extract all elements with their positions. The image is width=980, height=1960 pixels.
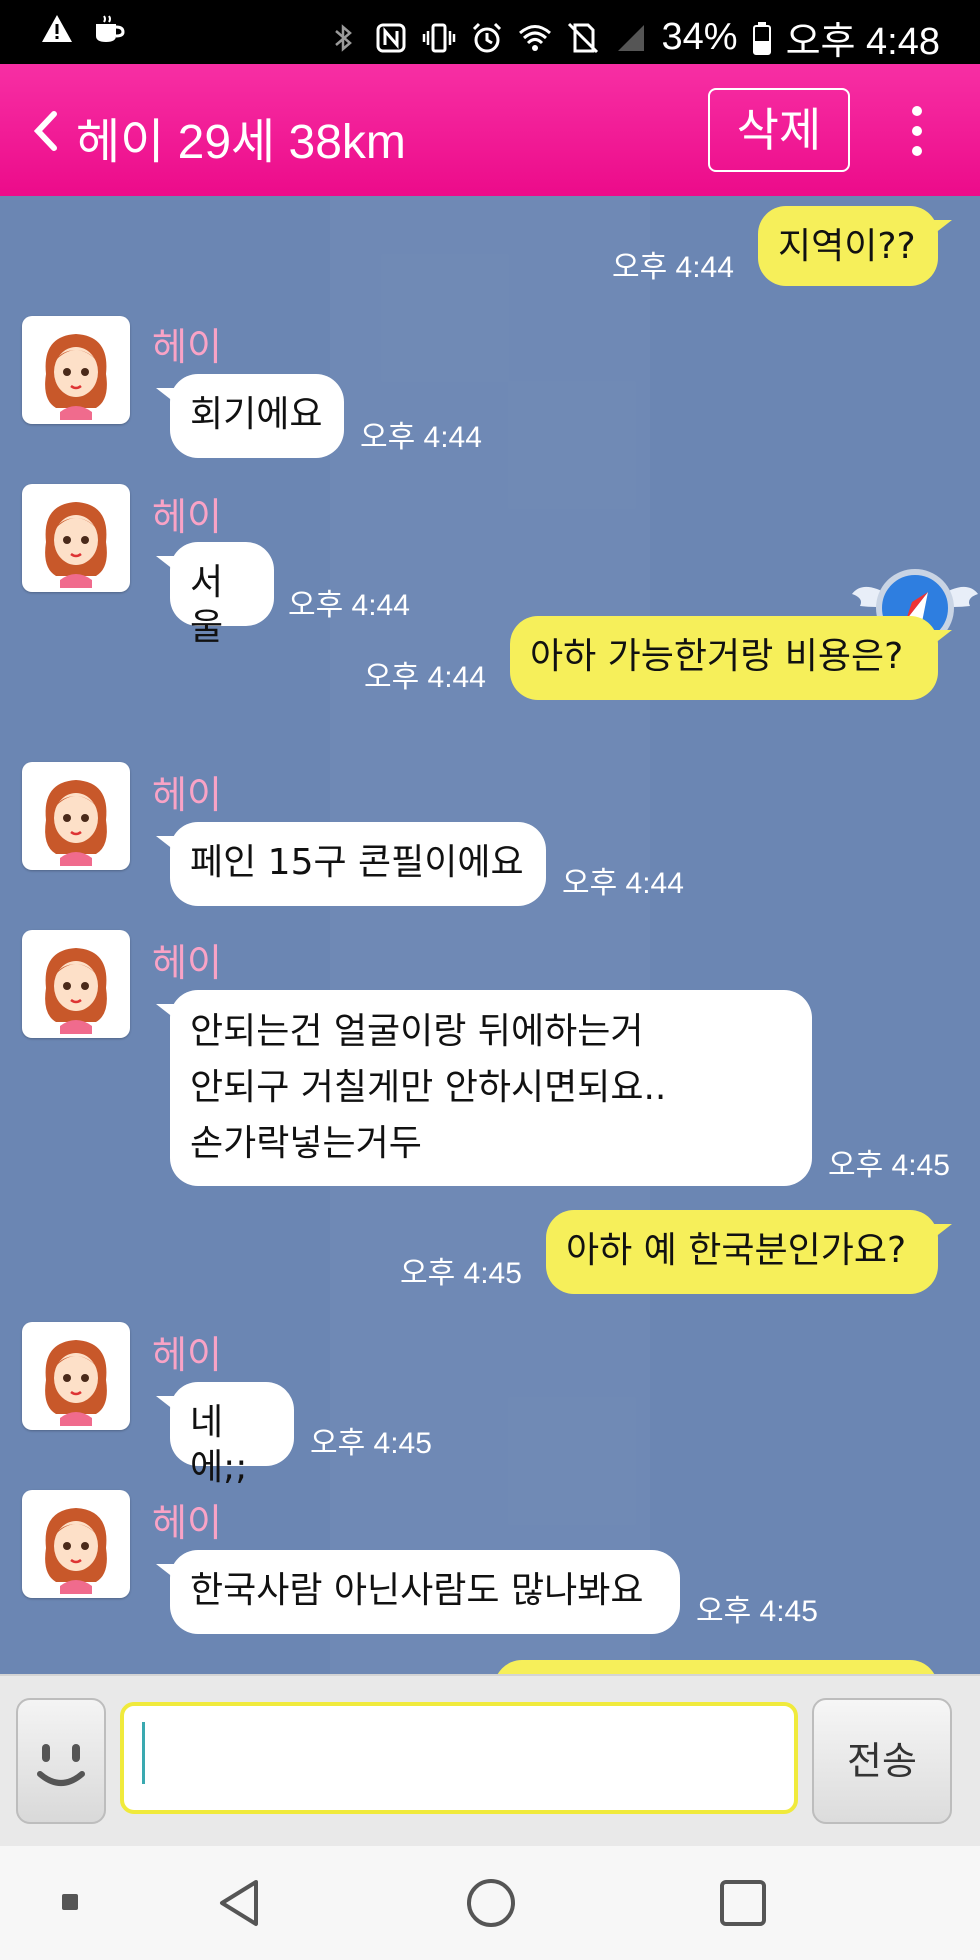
incoming-bubble: 네에;; [156,1382,294,1488]
outgoing-bubble: 아하 가능한거랑 비용은? [510,616,952,700]
bluetooth-icon [334,23,352,52]
girl-avatar-icon [45,1340,107,1426]
incoming-bubble: 한국사람 아닌사람도 많나봐요 [156,1550,680,1634]
message-time: 오후 4:44 [364,661,486,694]
home-circle-icon[interactable] [464,1876,518,1930]
message-time: 오후 4:44 [562,867,684,900]
outgoing-bubble: 지역이?? [758,206,952,286]
status-time: 오후 4:48 [785,21,940,63]
delete-button[interactable]: 삭제 [708,88,850,172]
battery-percent: 34% [661,16,738,58]
sender-name: 헤이 [152,1335,222,1377]
sender-name: 헤이 [152,1503,222,1545]
incoming-bubble: 페인 15구 콘필이에요 [156,822,546,906]
avatar[interactable] [22,762,130,870]
signal-icon [617,24,644,51]
chat-header: 헤이 29세 38km 삭제 [0,64,980,196]
send-button[interactable]: 전송 [812,1698,952,1824]
message-input-bar: 전송 [0,1674,980,1848]
avatar[interactable] [22,1490,130,1598]
message-time: 오후 4:45 [696,1595,818,1628]
recent-dot-icon[interactable] [58,1890,82,1914]
alarm-icon [472,22,501,52]
avatar[interactable] [22,316,130,424]
no-sim-icon [567,22,598,53]
smiley-icon [37,1744,85,1786]
outgoing-bubble: 아하 예 한국분인가요? [546,1210,952,1294]
coffee-icon [96,15,125,42]
message-time: 오후 4:44 [360,421,482,454]
girl-avatar-icon [45,780,107,866]
emoji-button[interactable] [16,1698,106,1824]
message-time: 오후 4:44 [612,251,734,284]
message-input[interactable] [120,1702,798,1814]
sender-name: 헤이 [152,943,222,985]
sender-name: 헤이 [152,775,222,817]
sender-name: 헤이 [152,497,222,539]
text-caret [142,1722,145,1784]
girl-avatar-icon [45,334,107,420]
message-time: 오후 4:44 [288,589,410,622]
avatar[interactable] [22,1322,130,1430]
nfc-icon [376,23,405,52]
message-time: 오후 4:45 [310,1427,432,1460]
girl-avatar-icon [45,502,107,588]
warning-icon [42,15,72,42]
chat-area[interactable]: 지역이?? 오후 4:44 헤이 회기에요 오후 4:44 헤이 서울 오후 4… [0,196,980,1674]
vibrate-icon [422,23,455,52]
message-time: 오후 4:45 [400,1257,522,1290]
avatar[interactable] [22,484,130,592]
message-time: 오후 4:45 [828,1149,950,1182]
outgoing-bubble-partial [494,1660,938,1674]
avatar[interactable] [22,930,130,1038]
incoming-bubble: 회기에요 [156,374,344,458]
girl-avatar-icon [45,1508,107,1594]
chat-title: 헤이 29세 38km [76,116,406,169]
overview-square-icon[interactable] [716,1876,770,1930]
girl-avatar-icon [45,948,107,1034]
wifi-icon [518,24,551,51]
back-triangle-icon[interactable] [214,1876,266,1930]
system-nav-bar [0,1846,980,1960]
battery-icon [752,21,771,55]
chevron-left-icon[interactable] [26,106,66,156]
status-bar: 34% 오후 4:48 [0,0,980,64]
incoming-bubble: 안되는건 얼굴이랑 뒤에하는거 안되구 거칠게만 안하시면되요.. 손가락넣는거… [156,990,812,1186]
incoming-bubble: 서울 [156,542,274,648]
more-vertical-icon[interactable] [902,106,932,160]
sender-name: 헤이 [152,327,222,369]
